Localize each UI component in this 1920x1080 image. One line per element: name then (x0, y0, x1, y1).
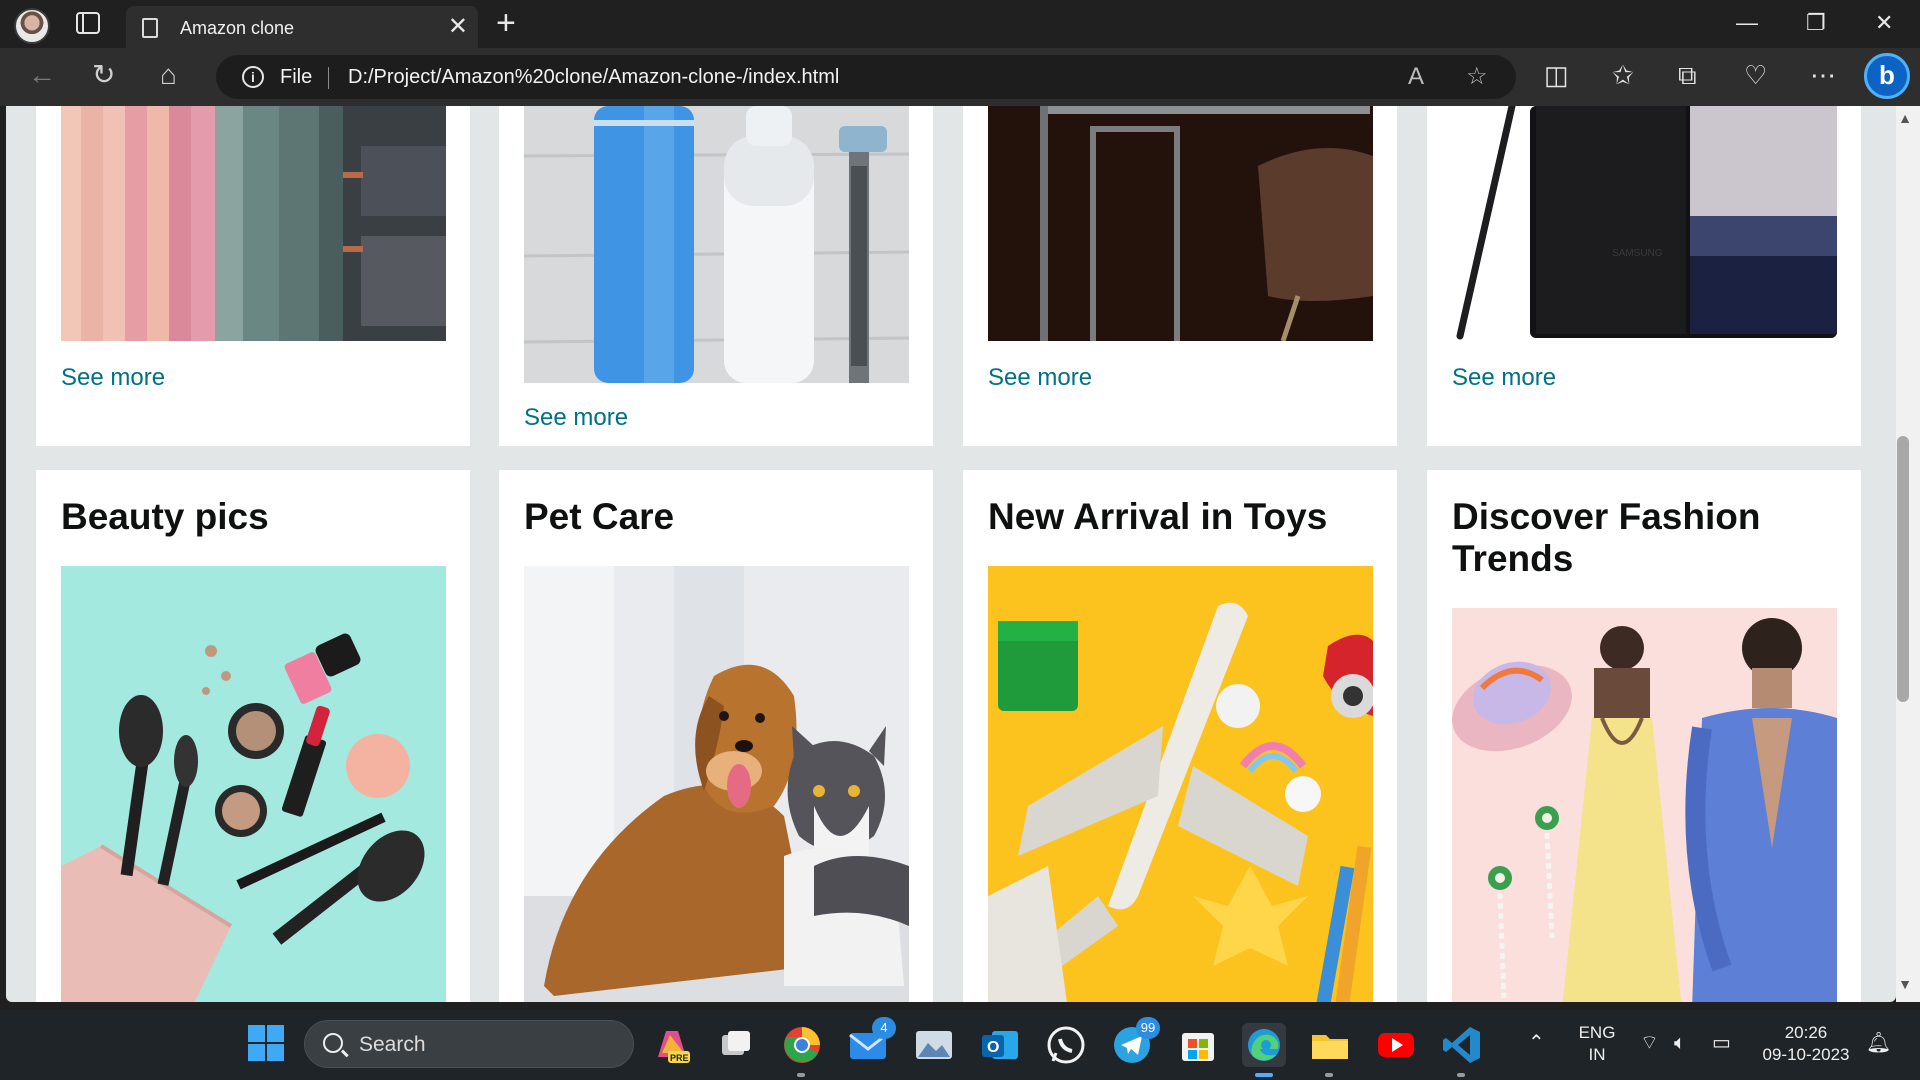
task-view-icon[interactable] (714, 1023, 758, 1067)
card-image-toys[interactable] (988, 566, 1373, 1002)
vscode-icon[interactable] (1440, 1023, 1484, 1077)
notification-bell-icon[interactable]: 🔔︎ (1866, 1032, 1891, 1054)
clock[interactable]: 20:26 09-10-2023 (1758, 1022, 1854, 1066)
taskbar-search-label: Search (359, 1033, 426, 1056)
wifi-icon[interactable]: ⌔ (1640, 1032, 1659, 1054)
restore-button[interactable]: ❐ (1806, 8, 1826, 38)
windows-taskbar: Search PRE 4 O 99 ⌃ ENG IN ⌔ 🔈︎ ▭ 20:26 … (0, 1010, 1920, 1080)
chrome-icon[interactable] (780, 1023, 824, 1077)
card-home-textiles: See more (36, 106, 470, 446)
tray-overflow-icon[interactable]: ⌃ (1528, 1032, 1545, 1054)
card-pet-care: Pet Care (499, 470, 933, 1002)
refresh-icon[interactable]: ↻ (92, 59, 115, 91)
store-icon[interactable] (1176, 1023, 1220, 1067)
clock-date: 09-10-2023 (1762, 1045, 1850, 1064)
address-bar[interactable]: i File D:/Project/Amazon%20clone/Amazon-… (216, 55, 1516, 99)
card-title: Pet Care (524, 496, 675, 537)
clock-time: 20:26 (1784, 1023, 1828, 1042)
taskbar-search[interactable]: Search (304, 1020, 634, 1068)
browser-essentials-icon[interactable]: ♡ (1744, 60, 1767, 90)
info-icon[interactable]: i (242, 66, 264, 88)
copilot-pre-icon[interactable]: PRE (650, 1023, 694, 1067)
read-aloud-icon[interactable]: A (1408, 64, 1424, 90)
outlook-icon[interactable]: O (978, 1023, 1022, 1067)
card-image-fashion[interactable] (1452, 608, 1837, 1002)
volume-icon[interactable]: 🔈︎ (1674, 1032, 1686, 1054)
favorite-star-icon[interactable]: ☆ (1466, 64, 1488, 90)
language-indicator[interactable]: ENG IN (1574, 1022, 1620, 1066)
svg-text:PRE: PRE (670, 1053, 689, 1063)
youtube-icon[interactable] (1374, 1023, 1418, 1067)
tab-actions-icon[interactable] (76, 12, 100, 34)
scroll-down-icon[interactable]: ▼ (1896, 976, 1914, 992)
language-label: ENG (1578, 1023, 1616, 1042)
mail-icon[interactable]: 4 (846, 1017, 896, 1067)
scroll-up-icon[interactable]: ▲ (1896, 110, 1914, 126)
card-mobiles: SAMSUNG See more (1427, 106, 1861, 446)
card-toys: New Arrival in Toys (963, 470, 1397, 1002)
photos-icon[interactable] (912, 1023, 956, 1067)
see-more-link[interactable]: See more (61, 364, 165, 392)
split-screen-icon[interactable]: ◫ (1544, 60, 1569, 90)
address-url[interactable]: D:/Project/Amazon%20clone/Amazon-clone-/… (348, 66, 839, 89)
whatsapp-icon[interactable] (1044, 1023, 1088, 1067)
battery-icon[interactable]: ▭ (1712, 1032, 1731, 1054)
running-indicator (1325, 1073, 1333, 1077)
edge-icon[interactable] (1242, 1023, 1286, 1077)
card-title: Discover Fashion Trends (1452, 496, 1761, 579)
favorites-icon[interactable]: ✩ (1612, 60, 1634, 90)
minimize-button[interactable]: — (1736, 8, 1758, 38)
card-image-curtains[interactable] (61, 106, 446, 341)
start-icon[interactable] (246, 1023, 290, 1067)
mail-badge: 4 (872, 1017, 896, 1039)
tab-close-icon[interactable]: ✕ (448, 15, 468, 39)
see-more-link[interactable]: See more (988, 364, 1092, 392)
running-indicator (1457, 1073, 1465, 1077)
browser-tab[interactable]: Amazon clone ✕ (126, 6, 478, 48)
region-label: IN (1588, 1045, 1606, 1064)
telegram-icon[interactable]: 99 (1110, 1017, 1160, 1067)
document-icon (142, 18, 158, 38)
see-more-link[interactable]: See more (524, 404, 628, 432)
svg-text:SAMSUNG: SAMSUNG (1612, 248, 1663, 259)
address-scheme: File (280, 66, 313, 88)
active-indicator (1255, 1073, 1273, 1077)
card-image-beauty[interactable] (61, 566, 446, 1002)
collections-icon[interactable]: ⧉ (1678, 60, 1697, 90)
scrollbar-thumb[interactable] (1897, 436, 1909, 702)
search-icon (323, 1033, 343, 1053)
card-image-furniture[interactable] (988, 106, 1373, 341)
home-icon[interactable]: ⌂ (160, 59, 177, 91)
new-tab-button[interactable]: + (496, 6, 516, 40)
back-icon[interactable]: ← (28, 59, 56, 91)
card-image-smartphone[interactable]: SAMSUNG (1452, 106, 1837, 341)
more-icon[interactable]: ⋯ (1810, 60, 1836, 90)
see-more-link[interactable]: See more (1452, 364, 1556, 392)
card-beauty: Beauty pics (36, 470, 470, 1002)
card-personal-care: See more (499, 106, 933, 446)
telegram-badge: 99 (1136, 1017, 1160, 1039)
card-image-toiletries[interactable] (524, 106, 909, 383)
card-furniture: See more (963, 106, 1397, 446)
card-image-pets[interactable] (524, 566, 909, 1002)
page-viewport: See more See more See more SAMSUNG See m… (6, 106, 1896, 1002)
card-title: New Arrival in Toys (988, 496, 1328, 537)
address-separator (328, 67, 329, 89)
card-fashion: Discover Fashion Trends (1427, 470, 1861, 1002)
profile-avatar[interactable] (14, 8, 50, 44)
close-window-button[interactable]: ✕ (1875, 8, 1893, 38)
card-title: Beauty pics (61, 496, 269, 537)
browser-toolbar: ← ↻ ⌂ i File D:/Project/Amazon%20clone/A… (0, 48, 1920, 106)
browser-titlebar: Amazon clone ✕ + — ❐ ✕ (0, 0, 1920, 48)
bing-copilot-icon[interactable]: b (1864, 53, 1910, 99)
tab-title: Amazon clone (180, 18, 295, 38)
running-indicator (797, 1073, 805, 1077)
file-explorer-icon[interactable] (1308, 1023, 1352, 1077)
svg-text:O: O (987, 1039, 999, 1056)
